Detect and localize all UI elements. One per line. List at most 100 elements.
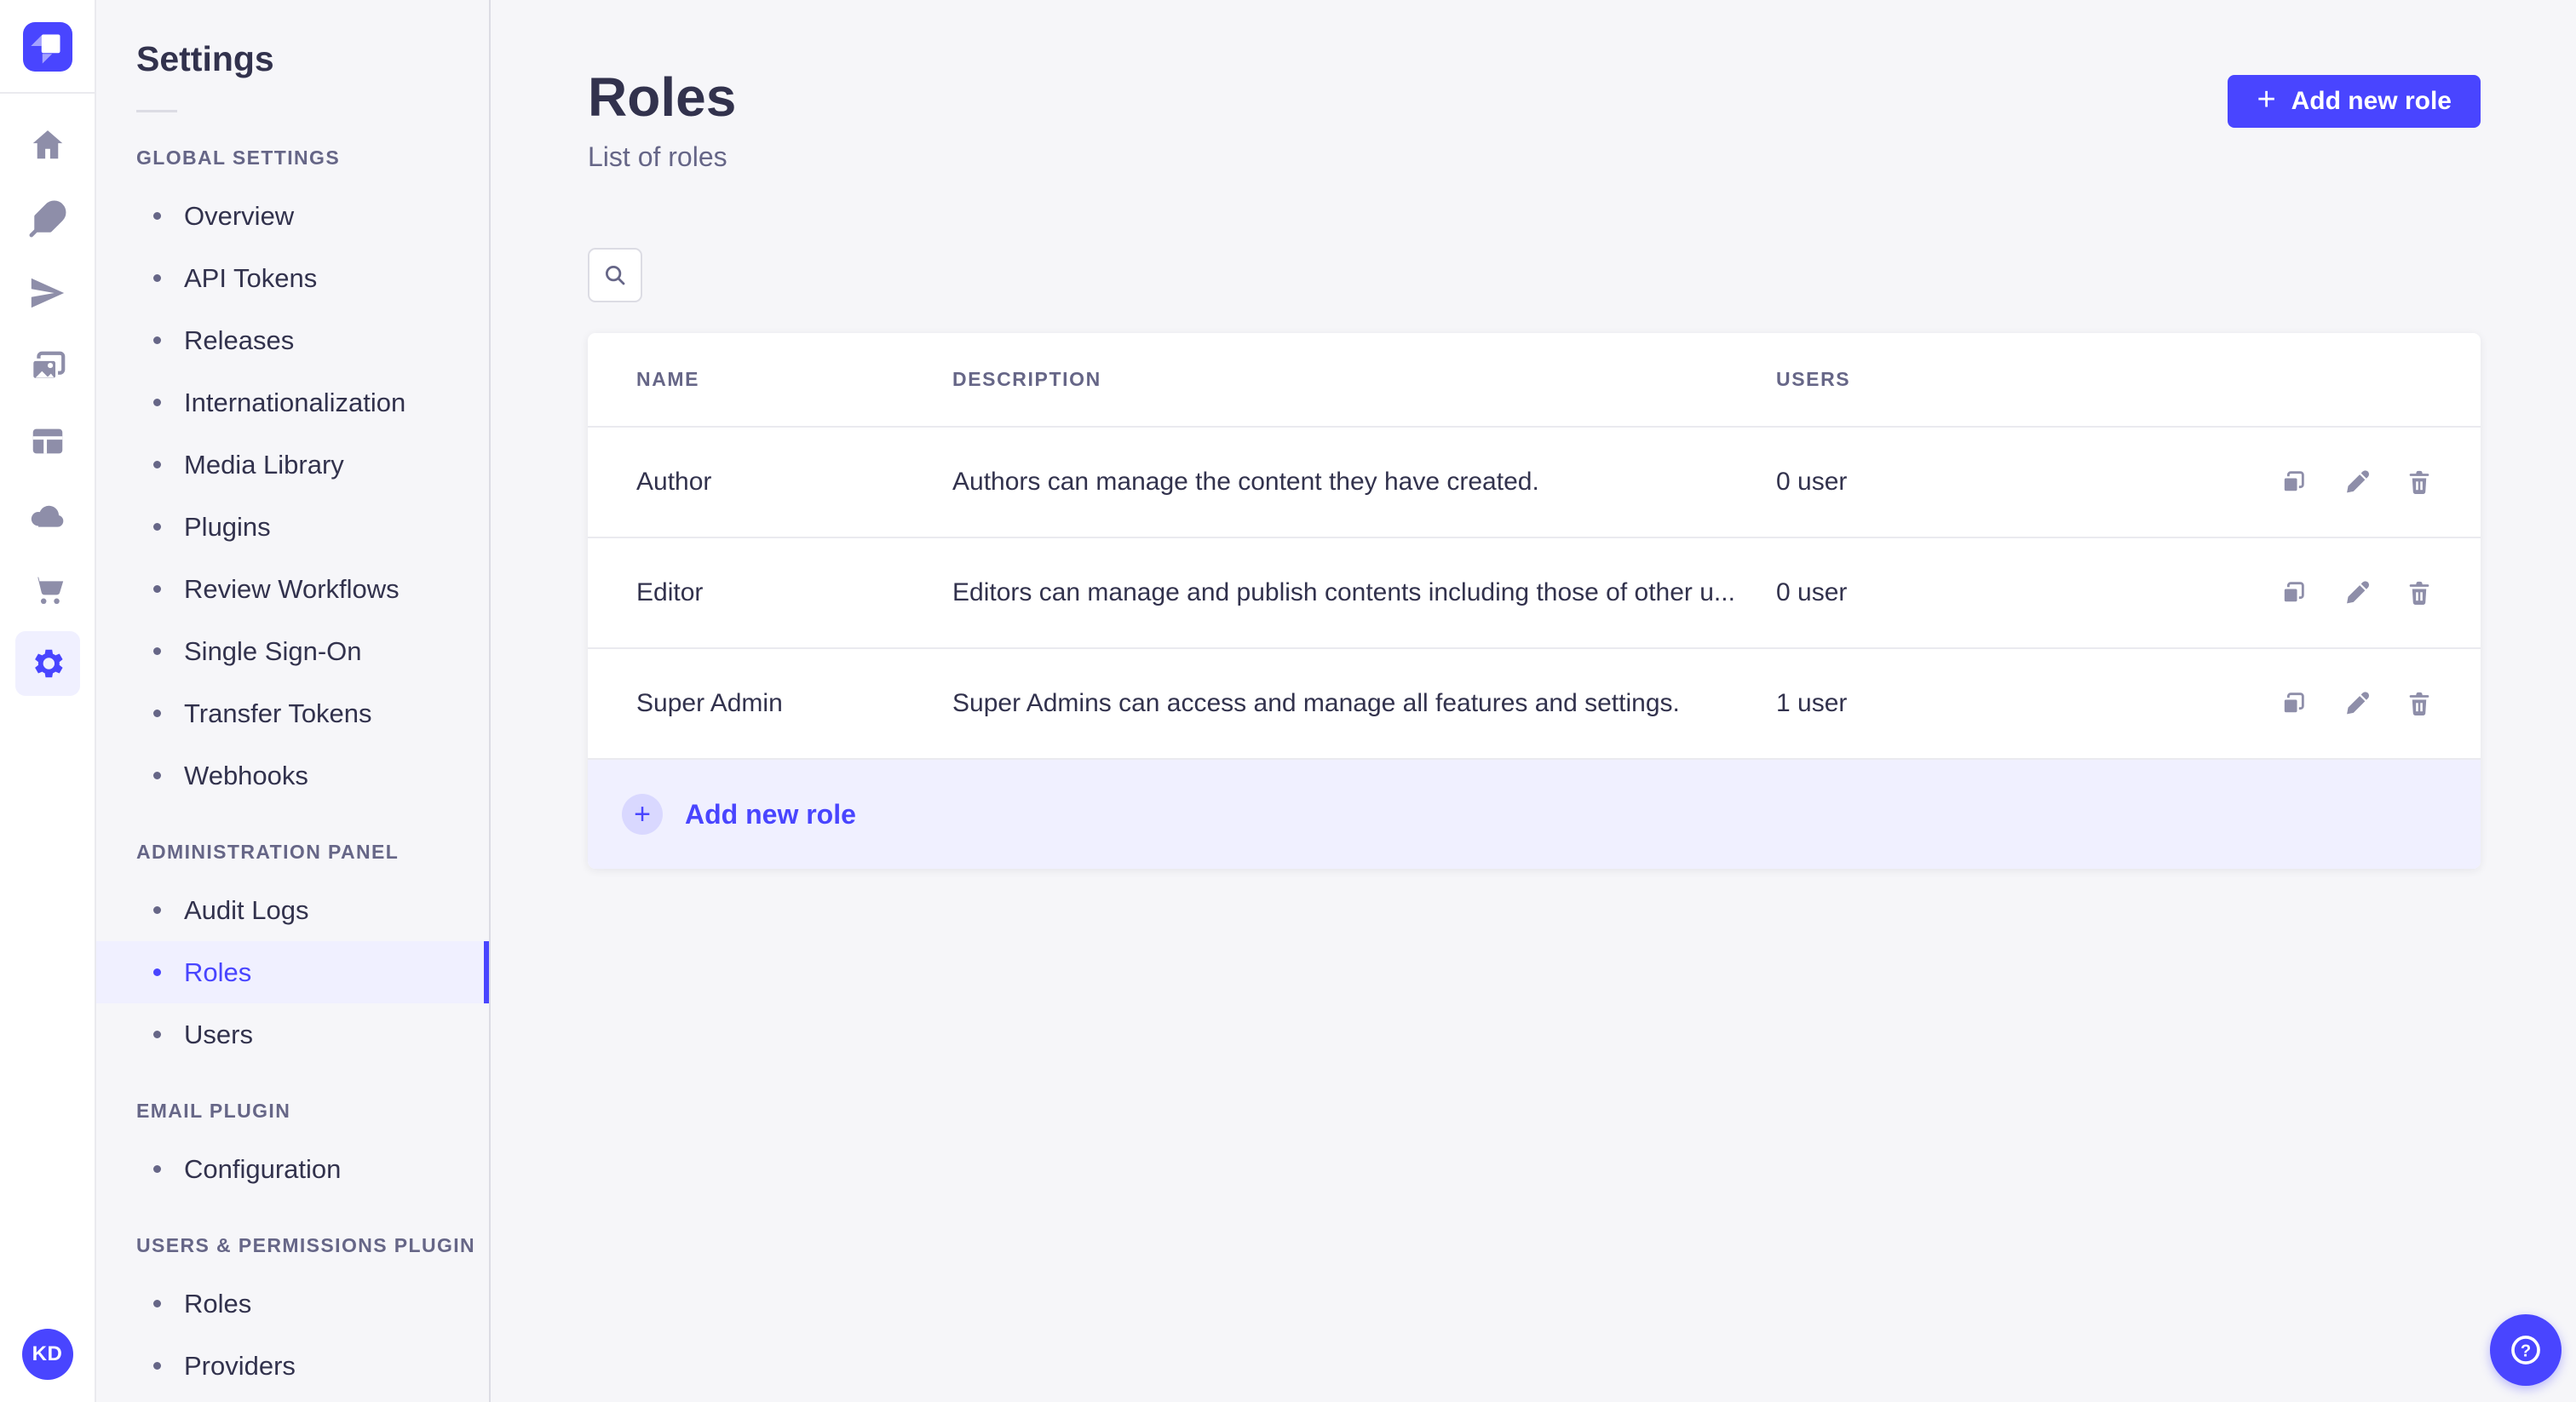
user-avatar[interactable]: KD: [21, 1329, 73, 1380]
home-icon[interactable]: [14, 107, 81, 181]
search-button[interactable]: [588, 248, 642, 302]
roles-table-card: NAME DESCRIPTION USERS Author Authors ca…: [588, 333, 2481, 869]
settings-gear-icon[interactable]: [14, 626, 81, 700]
bullet-icon: [153, 585, 161, 593]
cell-description: Editors can manage and publish contents …: [952, 578, 1735, 606]
cell-description: Authors can manage the content they have…: [952, 468, 1539, 496]
bullet-icon: [153, 461, 161, 468]
edit-button[interactable]: [2339, 576, 2373, 610]
duplicate-icon: [2282, 582, 2304, 604]
table-row[interactable]: Super Admin Super Admins can access and …: [588, 647, 2481, 758]
row-actions: [2117, 687, 2436, 721]
add-new-role-button[interactable]: + Add new role: [2228, 75, 2481, 128]
add-new-role-row[interactable]: + Add new role: [588, 758, 2481, 869]
subnav-item-review-workflows[interactable]: Review Workflows: [96, 558, 489, 620]
subnav-item-releases[interactable]: Releases: [96, 309, 489, 371]
subnav-item-label: Roles: [184, 957, 252, 987]
edit-pencil-icon: [2347, 692, 2370, 715]
subnav-item-label: Users: [184, 1019, 253, 1049]
search-icon: [606, 266, 625, 285]
bullet-icon: [153, 1300, 161, 1307]
plus-icon: +: [2257, 82, 2276, 118]
subnav-item-label: Transfer Tokens: [184, 698, 372, 728]
send-plane-icon[interactable]: [14, 256, 81, 330]
content-layout-icon[interactable]: [14, 404, 81, 478]
subnav-item-label: Configuration: [184, 1153, 342, 1184]
cell-users: 0 user: [1776, 468, 1848, 496]
subnav-item-audit-logs[interactable]: Audit Logs: [96, 879, 489, 941]
subnav-item-providers[interactable]: Providers: [96, 1335, 489, 1397]
subnav-item-media-library[interactable]: Media Library: [96, 434, 489, 496]
delete-button[interactable]: [2402, 465, 2436, 499]
marketplace-cart-icon[interactable]: [14, 552, 81, 626]
trash-icon: [2409, 470, 2429, 495]
bullet-icon: [153, 1165, 161, 1173]
subnav-item-list: Overview API Tokens Releases Internation…: [96, 185, 489, 807]
rail-icon-list: [14, 107, 81, 700]
subnav-section: GLOBAL SETTINGS Overview API Tokens Rele…: [96, 147, 489, 807]
subnav-item-plugins[interactable]: Plugins: [96, 496, 489, 558]
question-mark-icon: ?: [2511, 1336, 2540, 1365]
subnav-item-label: Plugins: [184, 511, 271, 542]
subnav-item-list: Configuration: [96, 1138, 489, 1200]
cell-users: 0 user: [1776, 578, 1848, 606]
subnav-item-users[interactable]: Users: [96, 1003, 489, 1066]
media-images-icon[interactable]: [14, 330, 81, 404]
bullet-icon: [153, 274, 161, 282]
subnav-item-single-sign-on[interactable]: Single Sign-On: [96, 620, 489, 682]
subnav-item-transfer-tokens[interactable]: Transfer Tokens: [96, 682, 489, 744]
duplicate-button[interactable]: [2276, 465, 2310, 499]
column-header-description: DESCRIPTION: [952, 368, 1101, 390]
bullet-icon: [153, 523, 161, 531]
rail-divider: [0, 92, 95, 94]
subnav-item-label: Releases: [184, 325, 295, 355]
bullet-icon: [153, 710, 161, 717]
subnav-item-webhooks[interactable]: Webhooks: [96, 744, 489, 807]
subnav-section: USERS & PERMISSIONS PLUGIN Roles Provide…: [96, 1234, 489, 1397]
delete-button[interactable]: [2402, 576, 2436, 610]
strapi-logo[interactable]: [22, 22, 72, 72]
duplicate-icon: [2282, 471, 2304, 493]
subnav-item-roles[interactable]: Roles: [96, 941, 489, 1003]
subnav-section: EMAIL PLUGIN Configuration: [96, 1100, 489, 1200]
add-new-role-button-label: Add new role: [2291, 87, 2452, 115]
subnav-item-label: Webhooks: [184, 760, 308, 790]
duplicate-icon: [2282, 692, 2304, 715]
subnav-item-list: Audit Logs Roles Users: [96, 879, 489, 1066]
cloud-icon[interactable]: [14, 478, 81, 552]
subnav-item-label: Roles: [184, 1288, 252, 1319]
delete-button[interactable]: [2402, 687, 2436, 721]
subnav-item-overview[interactable]: Overview: [96, 185, 489, 247]
duplicate-button[interactable]: [2276, 576, 2310, 610]
subnav-item-internationalization[interactable]: Internationalization: [96, 371, 489, 434]
subnav-divider: [136, 110, 177, 112]
subnav-section-label: GLOBAL SETTINGS: [136, 147, 341, 169]
table-row[interactable]: Author Authors can manage the content th…: [588, 426, 2481, 537]
content-builder-feather-icon[interactable]: [14, 181, 81, 256]
duplicate-button[interactable]: [2276, 687, 2310, 721]
help-button[interactable]: ?: [2490, 1314, 2562, 1386]
settings-subnav: Settings GLOBAL SETTINGS Overview API To…: [96, 0, 491, 1402]
subnav-item-roles[interactable]: Roles: [96, 1273, 489, 1335]
subnav-item-label: Providers: [184, 1350, 296, 1381]
edit-pencil-icon: [2347, 470, 2370, 493]
row-actions: [2117, 576, 2436, 610]
table-header-row: NAME DESCRIPTION USERS: [588, 333, 2481, 426]
trash-icon: [2409, 581, 2429, 606]
bullet-icon: [153, 1031, 161, 1038]
subnav-item-configuration[interactable]: Configuration: [96, 1138, 489, 1200]
page-title-block: Roles List of roles: [588, 68, 736, 173]
subnav-title: Settings: [136, 39, 274, 78]
subnav-item-api-tokens[interactable]: API Tokens: [96, 247, 489, 309]
edit-button[interactable]: [2339, 465, 2373, 499]
subnav-section-label: EMAIL PLUGIN: [136, 1100, 291, 1122]
page-subtitle: List of roles: [588, 141, 727, 172]
table-row[interactable]: Editor Editors can manage and publish co…: [588, 537, 2481, 647]
cell-name: Author: [636, 468, 712, 496]
table-body: Author Authors can manage the content th…: [588, 426, 2481, 758]
add-new-role-row-label: Add new role: [685, 798, 856, 830]
subnav-item-label: Audit Logs: [184, 894, 309, 925]
edit-button[interactable]: [2339, 687, 2373, 721]
cell-name: Editor: [636, 578, 704, 606]
subnav-item-label: Media Library: [184, 449, 344, 480]
